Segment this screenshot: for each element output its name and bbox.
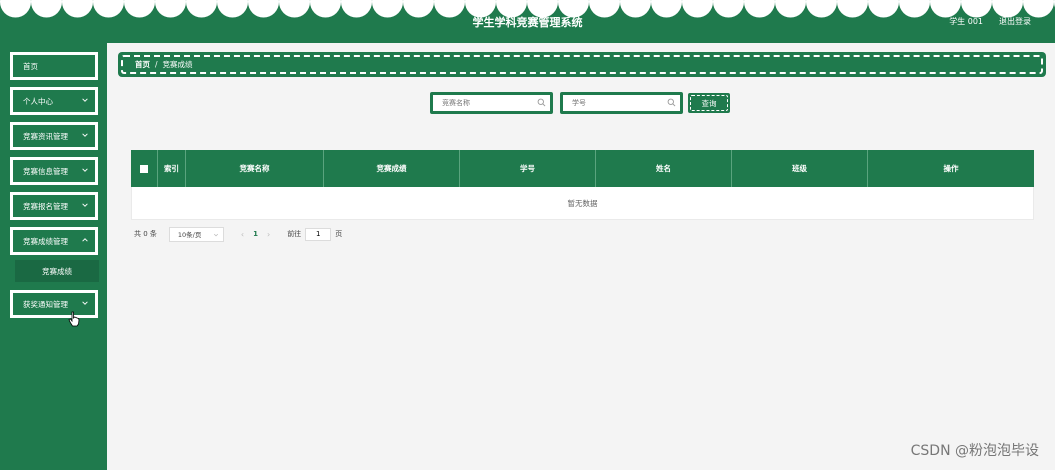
breadcrumb-inner: 首页 / 竞赛成绩 (121, 55, 1043, 74)
sidebar-item-label: 竞赛资讯管理 (23, 131, 68, 141)
sidebar-item-contest-news[interactable]: 竞赛资讯管理 (10, 122, 98, 150)
sidebar-item-contest-score[interactable]: 竞赛成绩管理 (10, 227, 98, 255)
query-button-label: 查询 (701, 98, 717, 108)
sidebar-item-personal-center[interactable]: 个人中心 (10, 87, 98, 115)
student-id-search (560, 92, 683, 114)
chevron-down-icon (213, 233, 218, 236)
goto-prefix: 前往 (287, 230, 302, 238)
goto-suffix: 页 (335, 230, 343, 238)
app-root: 学生学科竞赛管理系统 学生 001 退出登录 首页 个人中心 竞赛资讯管理 竞赛… (0, 0, 1055, 470)
sidebar: 首页 个人中心 竞赛资讯管理 竞赛信息管理 竞赛报名管理 竞赛成绩管理 竞赛成绩… (0, 43, 107, 470)
goto-page-input[interactable] (305, 227, 332, 241)
score-table: 索引 竞赛名称 竞赛成绩 学号 姓名 班级 操作 暂无数据 (131, 150, 1034, 220)
sidebar-item-award-notice[interactable]: 获奖通知管理 (10, 290, 98, 318)
chevron-down-icon (82, 133, 88, 137)
query-button[interactable]: 查询 (688, 93, 730, 113)
sidebar-item-home[interactable]: 首页 (10, 52, 98, 80)
next-page-icon[interactable]: › (267, 230, 270, 239)
breadcrumb-home[interactable]: 首页 (135, 59, 150, 70)
watermark: CSDN @粉泡泡毕设 (910, 443, 1039, 459)
select-all-checkbox-cell (131, 150, 158, 187)
page-size-value: 10条/页 (177, 231, 202, 239)
column-header-name: 姓名 (596, 150, 732, 187)
sidebar-item-label: 获奖通知管理 (23, 299, 68, 309)
table-header: 索引 竞赛名称 竞赛成绩 学号 姓名 班级 操作 (131, 150, 1034, 187)
page-number-current[interactable]: 1 (253, 230, 258, 238)
sidebar-item-contest-info[interactable]: 竞赛信息管理 (10, 157, 98, 185)
chevron-up-icon (82, 238, 88, 242)
chevron-down-icon (82, 168, 88, 172)
sidebar-item-label: 首页 (23, 61, 38, 71)
breadcrumb-current: 竞赛成绩 (162, 60, 193, 69)
column-header-student-id: 学号 (460, 150, 596, 187)
top-header: 学生学科竞赛管理系统 学生 001 退出登录 (0, 0, 1055, 43)
chevron-down-icon (82, 203, 88, 207)
column-header-actions: 操作 (943, 164, 959, 173)
page-size-select[interactable]: 10条/页 (168, 226, 224, 242)
empty-text: 暂无数据 (567, 198, 598, 208)
column-header-contest-score: 竞赛成绩 (324, 150, 460, 187)
sidebar-item-label: 竞赛成绩管理 (23, 236, 68, 246)
select-all-checkbox[interactable] (140, 164, 148, 173)
sidebar-item-contest-signup[interactable]: 竞赛报名管理 (10, 192, 98, 220)
search-icon (667, 98, 676, 107)
contest-name-search (430, 92, 553, 114)
sidebar-item-label: 竞赛信息管理 (23, 166, 68, 176)
student-id-input[interactable] (565, 96, 665, 110)
column-header-contest-name: 竞赛名称 (186, 150, 324, 187)
sidebar-subitem-contest-score[interactable]: 竞赛成绩 (15, 260, 99, 282)
current-user: 学生 001 (949, 17, 983, 26)
logout-link[interactable]: 退出登录 (999, 16, 1031, 27)
pagination: 共 0 条 10条/页 ‹ 1 › 前往 页 (134, 226, 342, 242)
prev-page-icon[interactable]: ‹ (241, 230, 244, 239)
contest-name-input[interactable] (435, 96, 535, 110)
sidebar-item-label: 竞赛报名管理 (23, 201, 68, 211)
search-icon (537, 98, 546, 107)
chevron-down-icon (82, 301, 88, 305)
pagination-total: 共 0 条 (134, 230, 157, 238)
sidebar-item-label: 个人中心 (23, 96, 53, 106)
app-title: 学生学科竞赛管理系统 (472, 16, 583, 29)
column-header-index: 索引 (158, 150, 186, 187)
breadcrumb-separator: / (155, 60, 158, 69)
hand-cursor-icon (68, 311, 80, 327)
column-header-class: 班级 (732, 150, 868, 187)
chevron-down-icon (82, 98, 88, 102)
breadcrumb: 首页 / 竞赛成绩 (118, 52, 1046, 77)
table-empty-row: 暂无数据 (131, 187, 1034, 220)
